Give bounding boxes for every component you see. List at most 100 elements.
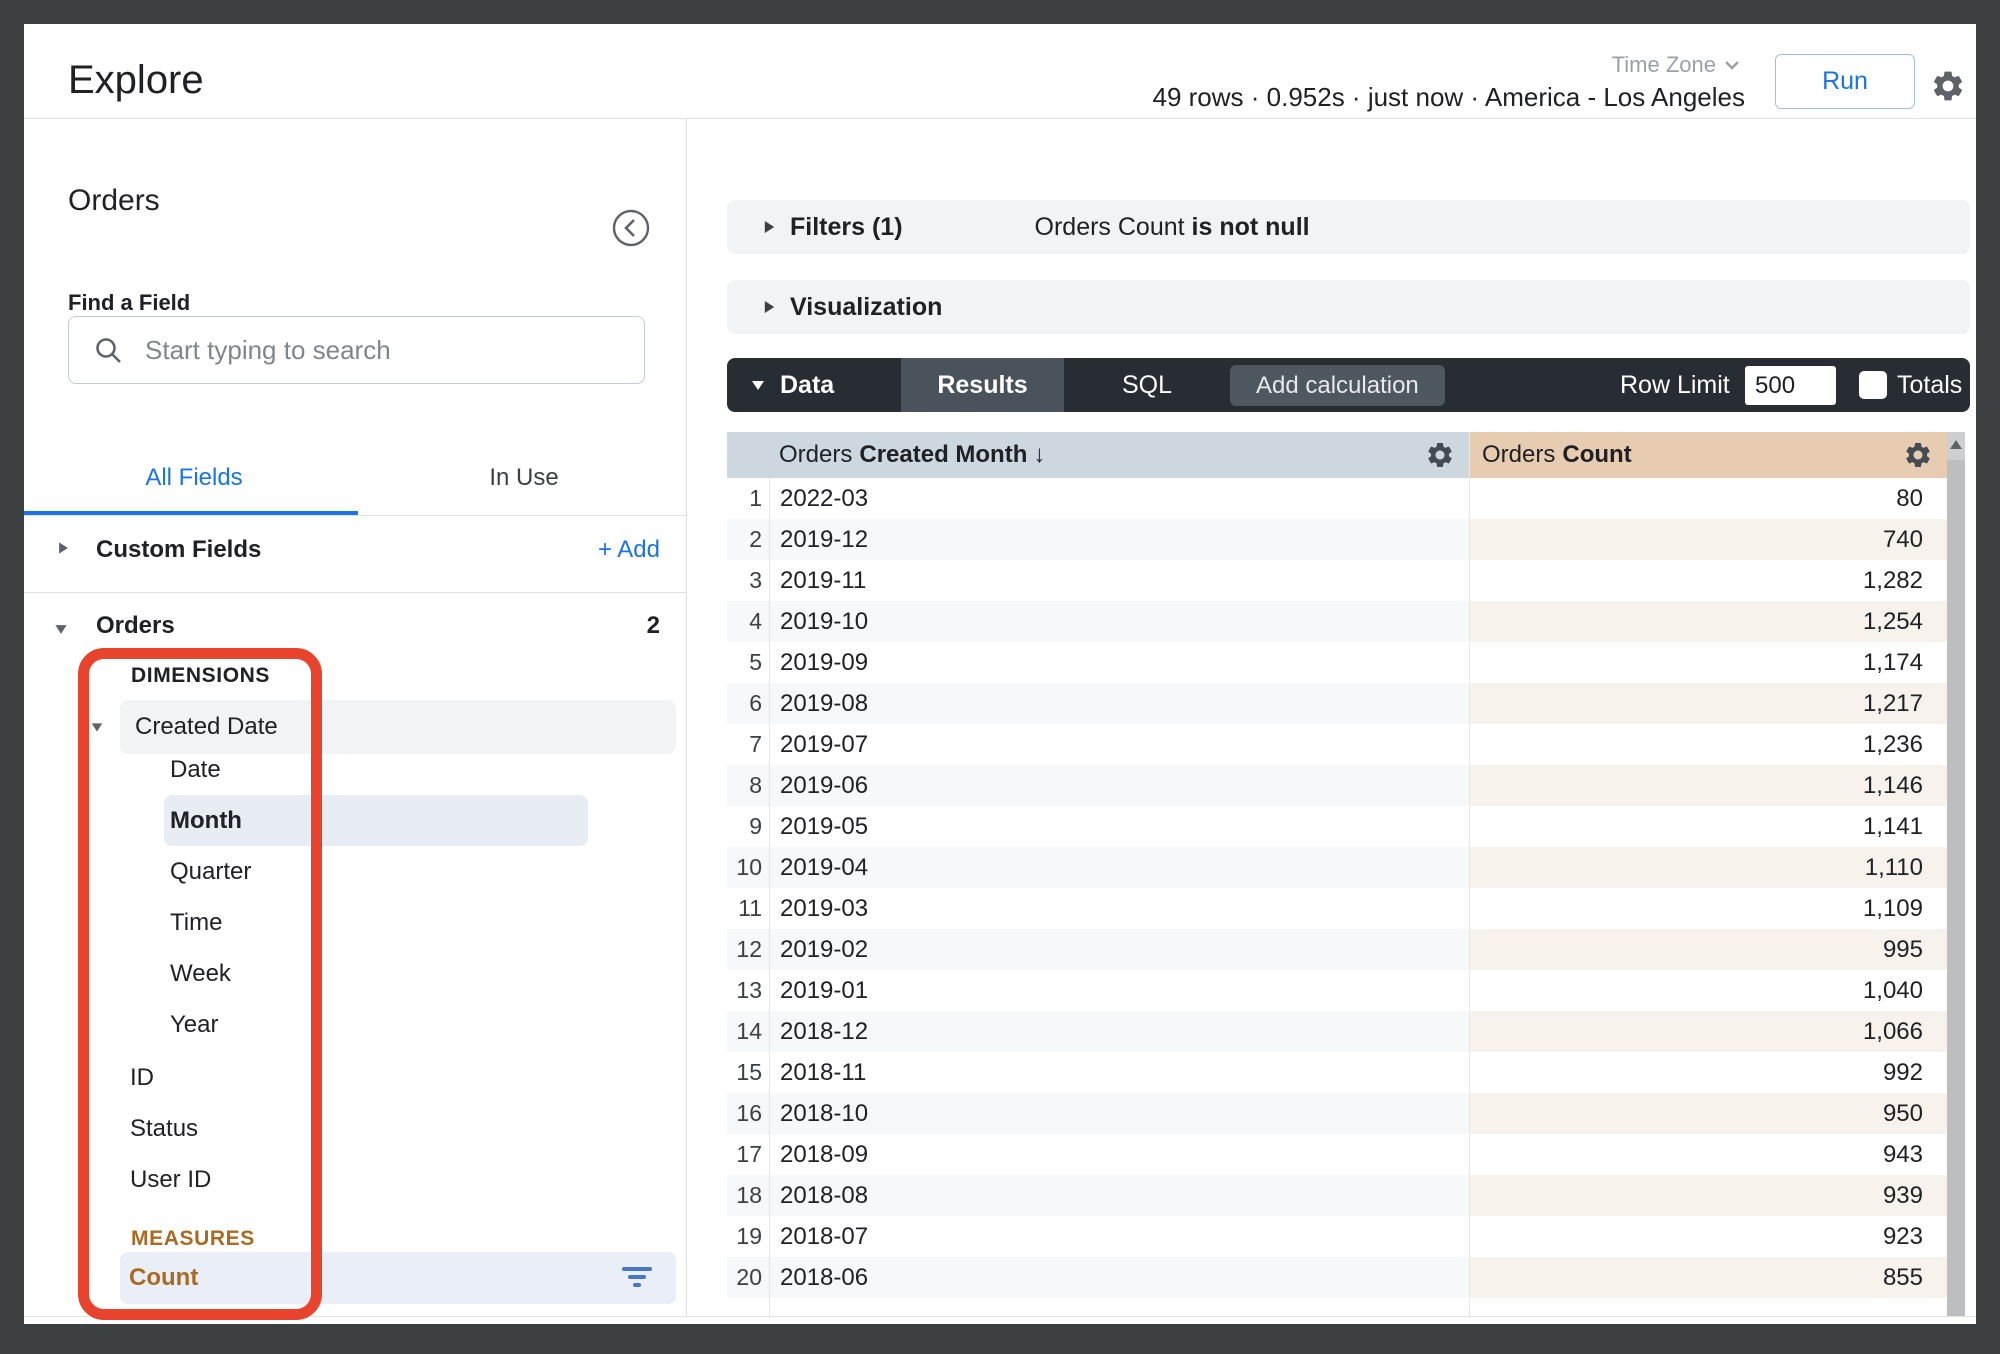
- row-number[interactable]: 10: [727, 847, 769, 888]
- row-number[interactable]: 3: [727, 560, 769, 601]
- table-scrollbar[interactable]: [1947, 432, 1965, 1316]
- row-number[interactable]: 19: [727, 1216, 769, 1257]
- column-gear-icon[interactable]: [1425, 440, 1455, 470]
- settings-gear-icon[interactable]: [1930, 68, 1966, 104]
- cell-created-month[interactable]: 2019-04: [769, 847, 1469, 888]
- cell-orders-count[interactable]: 80: [1469, 478, 1947, 519]
- row-number[interactable]: 7: [727, 724, 769, 765]
- cell-orders-count[interactable]: 1,066: [1469, 1011, 1947, 1052]
- row-number[interactable]: 9: [727, 806, 769, 847]
- cell-orders-count[interactable]: 939: [1469, 1175, 1947, 1216]
- cell-orders-count[interactable]: 1,109: [1469, 888, 1947, 929]
- row-number[interactable]: 15: [727, 1052, 769, 1093]
- column-gear-icon[interactable]: [1903, 440, 1933, 470]
- created-date-expander-icon[interactable]: [92, 723, 103, 731]
- row-number[interactable]: 11: [727, 888, 769, 929]
- cell-created-month[interactable]: 2018-09: [769, 1134, 1469, 1175]
- custom-fields-expander-icon[interactable]: [59, 542, 68, 553]
- row-number[interactable]: 18: [727, 1175, 769, 1216]
- tab-in-use[interactable]: In Use: [444, 464, 604, 492]
- cell-created-month[interactable]: 2019-07: [769, 724, 1469, 765]
- cell-orders-count[interactable]: 740: [1469, 519, 1947, 560]
- tab-results[interactable]: Results: [901, 358, 1064, 412]
- cell-created-month[interactable]: 2019-03: [769, 888, 1469, 929]
- row-number[interactable]: 2: [727, 519, 769, 560]
- custom-fields-label[interactable]: Custom Fields: [96, 536, 261, 564]
- scroll-up-icon[interactable]: [1950, 440, 1962, 449]
- sidebar-field-time[interactable]: Time: [164, 897, 588, 948]
- data-dropdown-icon[interactable]: [752, 381, 764, 390]
- cell-orders-count[interactable]: 855: [1469, 1257, 1947, 1298]
- filter-icon[interactable]: [620, 1267, 654, 1287]
- cell-created-month[interactable]: 2022-03: [769, 478, 1469, 519]
- cell-orders-count[interactable]: 950: [1469, 1093, 1947, 1134]
- run-button[interactable]: Run: [1775, 54, 1915, 109]
- cell-orders-count[interactable]: 1,174: [1469, 642, 1947, 683]
- sidebar-field-user-id[interactable]: User ID: [130, 1154, 530, 1205]
- cell-created-month[interactable]: 2019-09: [769, 642, 1469, 683]
- add-custom-field-button[interactable]: + Add: [584, 536, 660, 564]
- sidebar-field-id[interactable]: ID: [130, 1052, 530, 1103]
- cell-created-month[interactable]: 2019-12: [769, 519, 1469, 560]
- cell-orders-count[interactable]: 1,110: [1469, 847, 1947, 888]
- cell-orders-count[interactable]: 1,282: [1469, 560, 1947, 601]
- sidebar-field-week[interactable]: Week: [164, 948, 588, 999]
- search-input[interactable]: [145, 335, 565, 366]
- row-number[interactable]: 13: [727, 970, 769, 1011]
- cell-orders-count[interactable]: 1,236: [1469, 724, 1947, 765]
- scrollbar-thumb[interactable]: [1947, 460, 1965, 1316]
- cell-created-month[interactable]: 2018-06: [769, 1257, 1469, 1298]
- column-header-created-month[interactable]: OrdersCreated Month↓: [769, 432, 1469, 478]
- cell-created-month[interactable]: 2018-12: [769, 1011, 1469, 1052]
- totals-checkbox[interactable]: [1859, 371, 1887, 399]
- sidebar-field-date[interactable]: Date: [164, 744, 588, 795]
- cell-created-month[interactable]: 2019-11: [769, 560, 1469, 601]
- add-calculation-button[interactable]: Add calculation: [1230, 365, 1445, 406]
- cell-created-month[interactable]: 2018-10: [769, 1093, 1469, 1134]
- tab-all-fields[interactable]: All Fields: [114, 464, 274, 492]
- field-search-box[interactable]: [68, 316, 645, 384]
- cell-orders-count[interactable]: 1,040: [1469, 970, 1947, 1011]
- sidebar-field-quarter[interactable]: Quarter: [164, 846, 588, 897]
- visualization-expander-icon[interactable]: [765, 301, 774, 313]
- row-number[interactable]: 17: [727, 1134, 769, 1175]
- cell-orders-count[interactable]: 1,141: [1469, 806, 1947, 847]
- collapse-sidebar-icon[interactable]: [611, 208, 651, 248]
- cell-created-month[interactable]: 2018-08: [769, 1175, 1469, 1216]
- row-number[interactable]: 16: [727, 1093, 769, 1134]
- sidebar-field-year[interactable]: Year: [164, 999, 588, 1050]
- cell-orders-count[interactable]: 923: [1469, 1216, 1947, 1257]
- data-section-label[interactable]: Data: [780, 371, 834, 400]
- cell-orders-count[interactable]: 1,146: [1469, 765, 1947, 806]
- row-number[interactable]: 14: [727, 1011, 769, 1052]
- cell-orders-count[interactable]: 1,254: [1469, 601, 1947, 642]
- cell-orders-count[interactable]: 1,217: [1469, 683, 1947, 724]
- row-number[interactable]: 12: [727, 929, 769, 970]
- sidebar-field-status[interactable]: Status: [130, 1103, 530, 1154]
- row-number[interactable]: 4: [727, 601, 769, 642]
- cell-orders-count[interactable]: 992: [1469, 1052, 1947, 1093]
- row-number[interactable]: 1: [727, 478, 769, 519]
- filters-expander-icon[interactable]: [765, 221, 774, 233]
- time-zone-control[interactable]: Time Zone: [1612, 52, 1740, 78]
- cell-orders-count[interactable]: 943: [1469, 1134, 1947, 1175]
- sidebar-field-count[interactable]: Count: [120, 1252, 676, 1304]
- orders-group-expander-icon[interactable]: [55, 625, 66, 634]
- cell-orders-count[interactable]: 995: [1469, 929, 1947, 970]
- column-header-orders-count[interactable]: OrdersCount: [1469, 432, 1947, 478]
- cell-created-month[interactable]: 2019-08: [769, 683, 1469, 724]
- cell-created-month[interactable]: 2019-06: [769, 765, 1469, 806]
- sidebar-field-month[interactable]: Month: [164, 795, 588, 846]
- cell-created-month[interactable]: 2018-07: [769, 1216, 1469, 1257]
- row-number[interactable]: 6: [727, 683, 769, 724]
- visualization-section[interactable]: Visualization: [727, 280, 1970, 334]
- row-number[interactable]: 5: [727, 642, 769, 683]
- row-number[interactable]: 8: [727, 765, 769, 806]
- cell-created-month[interactable]: 2019-10: [769, 601, 1469, 642]
- cell-created-month[interactable]: 2019-02: [769, 929, 1469, 970]
- tab-sql[interactable]: SQL: [1064, 358, 1230, 412]
- orders-group-label[interactable]: Orders: [96, 612, 175, 640]
- cell-created-month[interactable]: 2019-01: [769, 970, 1469, 1011]
- row-limit-input[interactable]: [1745, 366, 1836, 405]
- cell-created-month[interactable]: 2018-11: [769, 1052, 1469, 1093]
